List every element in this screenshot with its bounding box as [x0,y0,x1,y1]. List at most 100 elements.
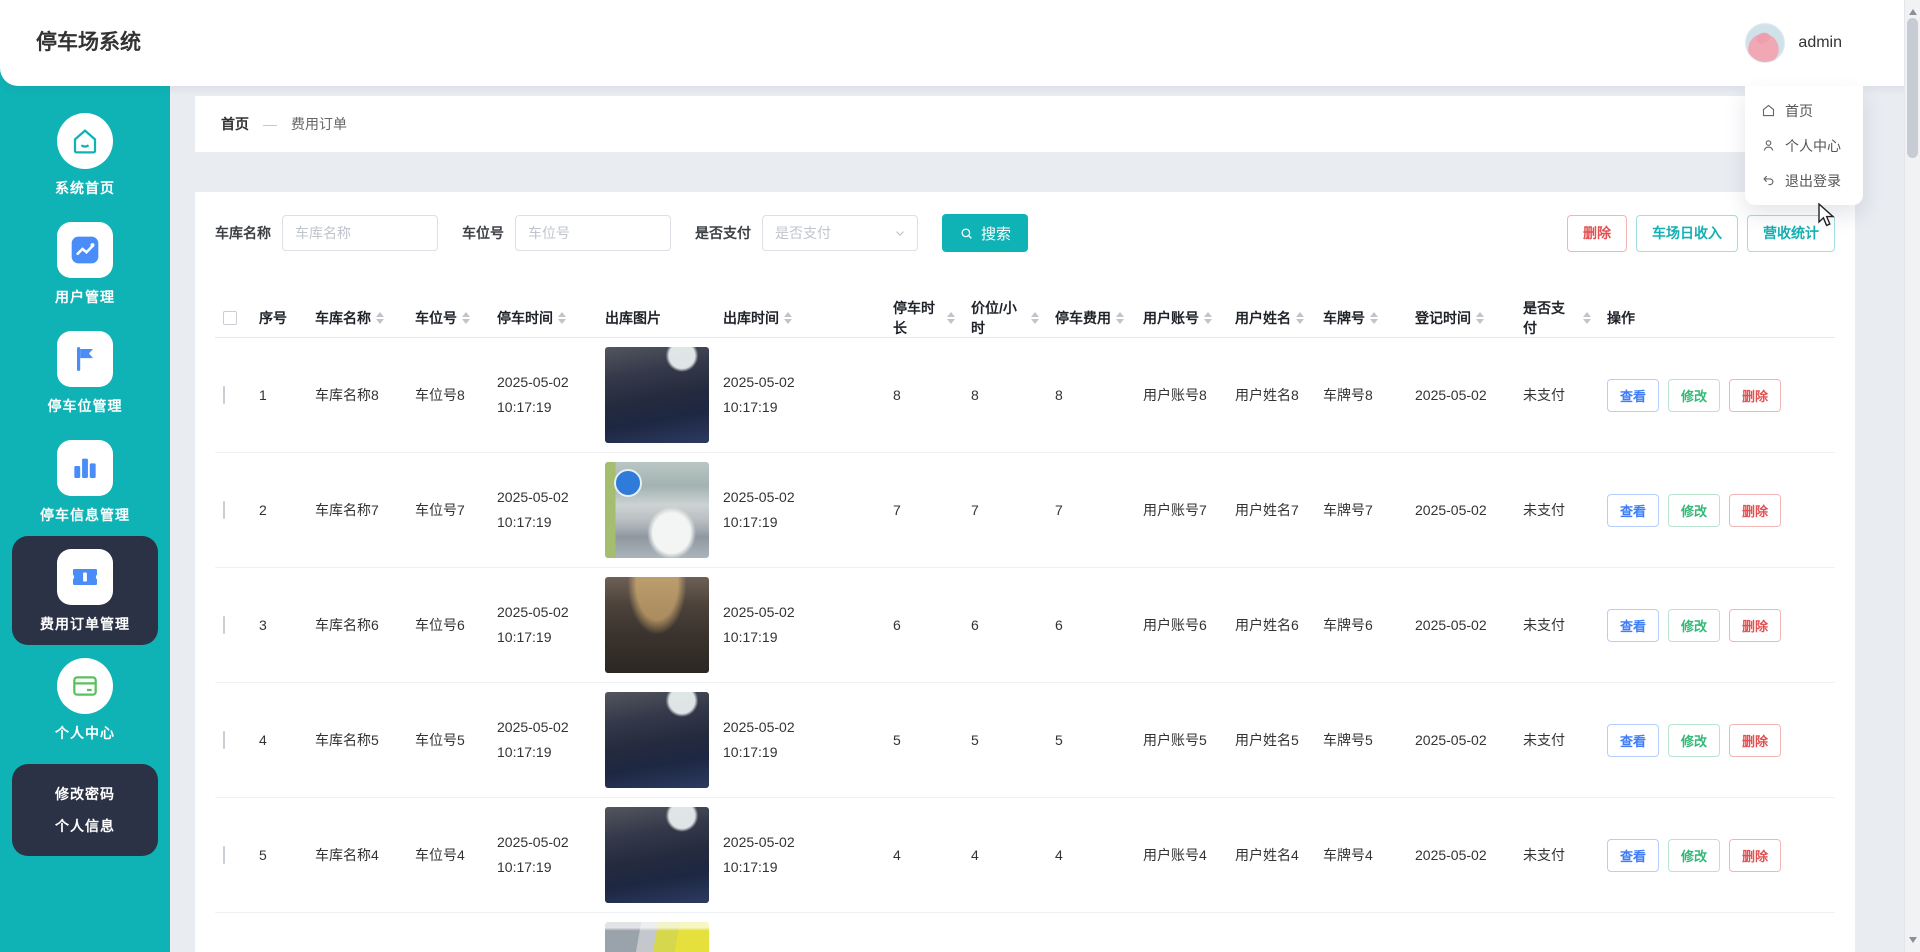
dropdown-item-logout[interactable]: 退出登录 [1745,163,1863,198]
exit-photo[interactable] [605,807,709,903]
column-header-garage[interactable]: 车库名称 [307,308,407,328]
cell-image [597,807,715,903]
edit-button[interactable]: 修改 [1668,724,1720,757]
breadcrumb-home[interactable]: 首页 [221,114,249,134]
column-label: 车位号 [415,308,457,328]
dropdown-item-profile[interactable]: 个人中心 [1745,128,1863,163]
column-header-spot[interactable]: 车位号 [407,308,489,328]
sidebar-item-4[interactable]: 费用订单管理 [12,536,158,645]
sort-icon[interactable] [1296,308,1304,328]
username: admin [1798,34,1842,52]
column-label: 停车时间 [497,308,553,328]
cell-actions: 查看修改删除 [1599,724,1835,757]
column-header-plate[interactable]: 车牌号 [1315,308,1407,328]
sort-icon[interactable] [1476,308,1484,328]
column-label: 是否支付 [1523,298,1578,338]
cell-park_time: 2025-05-0210:17:19 [489,715,597,765]
sort-icon[interactable] [1116,308,1124,328]
sort-icon[interactable] [1583,308,1591,328]
delete-row-button[interactable]: 删除 [1729,609,1781,642]
user-menu-trigger[interactable]: admin [1745,0,1842,86]
column-header-account[interactable]: 用户账号 [1135,308,1227,328]
view-button[interactable]: 查看 [1607,839,1659,872]
delete-row-button[interactable]: 删除 [1729,839,1781,872]
column-header-name[interactable]: 用户姓名 [1227,308,1315,328]
view-button[interactable]: 查看 [1607,609,1659,642]
cell-out_time: 2025-05-0210:17:19 [715,830,885,880]
filter-bar: 车库名称 车位号 是否支付 是否支付 搜索 删除 车场日收入 [215,214,1835,252]
column-header-fee[interactable]: 停车费用 [1047,308,1135,328]
view-button[interactable]: 查看 [1607,494,1659,527]
column-header-out_time[interactable]: 出库时间 [715,308,885,328]
column-header-rate[interactable]: 价位/小时 [963,298,1047,338]
row-checkbox[interactable] [223,501,225,519]
sort-icon[interactable] [1204,308,1212,328]
row-checkbox[interactable] [223,846,225,864]
dropdown-item-home[interactable]: 首页 [1745,93,1863,128]
sidebar-item-5[interactable]: 个人中心 [12,645,158,754]
sort-icon[interactable] [784,308,792,328]
edit-button[interactable]: 修改 [1668,494,1720,527]
avatar[interactable] [1745,23,1785,63]
submenu-item-0[interactable]: 修改密码 [12,778,158,810]
scrollbar-up-arrow[interactable] [1909,5,1917,15]
column-header-reg_time[interactable]: 登记时间 [1407,308,1515,328]
cell-spot: 车位号6 [407,615,489,635]
delete-button[interactable]: 删除 [1567,215,1627,252]
column-header-actions: 操作 [1599,308,1835,328]
submenu-item-1[interactable]: 个人信息 [12,810,158,842]
sort-icon[interactable] [1031,308,1039,328]
sort-icon[interactable] [947,308,955,328]
exit-photo[interactable] [605,347,709,443]
app-title: 停车场系统 [36,0,141,86]
exit-photo[interactable] [605,922,709,952]
vertical-scrollbar[interactable] [1904,0,1920,952]
sidebar-item-1[interactable]: 用户管理 [12,209,158,318]
exit-photo[interactable] [605,462,709,558]
edit-button[interactable]: 修改 [1668,609,1720,642]
cell-index: 3 [251,617,307,633]
exit-photo[interactable] [605,692,709,788]
sidebar-item-3[interactable]: 停车信息管理 [12,427,158,536]
scrollbar-thumb[interactable] [1907,18,1918,158]
sidebar-item-label: 系统首页 [12,178,158,198]
scrollbar-down-arrow[interactable] [1909,937,1917,947]
sort-icon[interactable] [1370,308,1378,328]
paid-select[interactable]: 是否支付 [762,215,918,251]
daily-income-button[interactable]: 车场日收入 [1636,215,1738,252]
column-header-paid[interactable]: 是否支付 [1515,298,1599,338]
edit-button[interactable]: 修改 [1668,839,1720,872]
row-checkbox[interactable] [223,731,225,749]
view-button[interactable]: 查看 [1607,724,1659,757]
spot-filter-input[interactable] [515,215,671,251]
cell-reg_time: 2025-05-02 [1407,732,1515,748]
cell-plate: 车牌号8 [1315,385,1407,405]
filter-garage: 车库名称 [215,215,438,251]
sort-icon[interactable] [462,308,470,328]
view-button[interactable]: 查看 [1607,379,1659,412]
sort-icon[interactable] [376,308,384,328]
orders-table: 序号车库名称车位号停车时间出库图片出库时间停车时长价位/小时停车费用用户账号用户… [215,298,1835,952]
row-checkbox[interactable] [223,616,225,634]
sidebar-item-2[interactable]: 停车位管理 [12,318,158,427]
delete-row-button[interactable]: 删除 [1729,724,1781,757]
sidebar-item-label: 停车位管理 [12,396,158,416]
column-header-duration[interactable]: 停车时长 [885,298,963,338]
spot-filter-label: 车位号 [462,223,504,243]
search-button[interactable]: 搜索 [942,214,1028,252]
edit-button[interactable]: 修改 [1668,379,1720,412]
row-checkbox[interactable] [223,386,225,404]
cell-image [597,347,715,443]
sidebar-item-0[interactable]: 系统首页 [12,100,158,209]
delete-row-button[interactable]: 删除 [1729,494,1781,527]
cell-garage: 车库名称4 [307,845,407,865]
column-header-park_time[interactable]: 停车时间 [489,308,597,328]
select-all-checkbox[interactable] [223,311,237,325]
garage-filter-input[interactable] [282,215,438,251]
sort-icon[interactable] [558,308,566,328]
flag-icon [57,331,113,387]
ticket-icon [57,549,113,605]
cell-image [597,692,715,788]
exit-photo[interactable] [605,577,709,673]
delete-row-button[interactable]: 删除 [1729,379,1781,412]
